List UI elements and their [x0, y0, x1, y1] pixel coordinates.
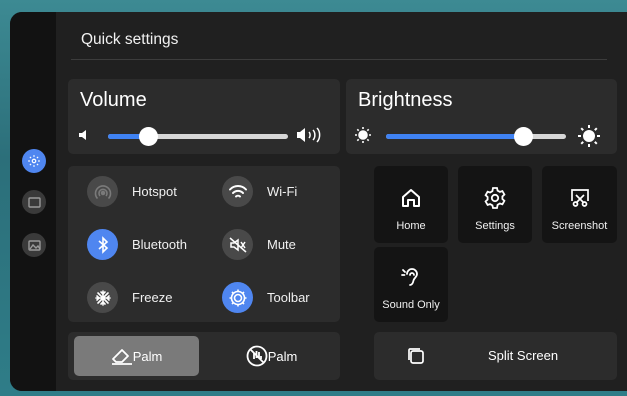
toggle-freeze[interactable]: Freeze: [87, 282, 172, 313]
mute-icon: [222, 229, 253, 260]
side-rail: [10, 12, 56, 391]
volume-card: Volume: [68, 79, 340, 154]
brightness-card: Brightness: [346, 79, 617, 154]
toolbar-icon: [222, 282, 253, 313]
toggle-freeze-label: Freeze: [132, 290, 173, 305]
page-title: Quick settings: [81, 31, 179, 48]
rail-window-button[interactable]: [22, 190, 46, 214]
freeze-icon: [87, 282, 118, 313]
volume-high-icon: [296, 127, 324, 143]
toggle-wifi-label: Wi-Fi: [267, 184, 298, 199]
sound-only-icon: [401, 265, 421, 289]
tile-screenshot-label: Screenshot: [551, 220, 608, 232]
palm-card: Palm Palm: [68, 332, 340, 380]
toggle-hotspot-label: Hotspot: [132, 184, 177, 199]
palm-reject-icon: [246, 345, 268, 367]
split-screen-label: Split Screen: [488, 348, 559, 363]
palm-erase-label: Palm: [132, 348, 163, 364]
toggle-bluetooth-label: Bluetooth: [132, 237, 187, 252]
rail-image-button[interactable]: [22, 233, 46, 257]
window-icon: [27, 196, 41, 208]
brightness-slider-fill: [386, 134, 523, 139]
brightness-high-icon: [577, 124, 601, 148]
tile-home[interactable]: Home: [374, 166, 448, 243]
settings-icon: [483, 186, 507, 210]
rail-settings-button[interactable]: [22, 149, 46, 173]
settings-gear-icon: [27, 154, 41, 168]
home-icon: [400, 186, 422, 210]
shortcut-tiles: Home Settings Screenshot Sound Only: [374, 166, 617, 322]
split-screen-button[interactable]: Split Screen: [374, 332, 617, 380]
toggle-bluetooth[interactable]: Bluetooth: [87, 229, 187, 260]
quick-settings-panel: Quick settings Volume Brightness Hotspot…: [56, 12, 627, 391]
tile-settings-label: Settings: [475, 220, 515, 232]
bluetooth-icon: [87, 229, 118, 260]
wifi-icon: [222, 176, 253, 207]
palm-reject-button[interactable]: Palm: [209, 336, 334, 376]
title-divider: [71, 59, 607, 60]
toggle-hotspot[interactable]: Hotspot: [87, 176, 177, 207]
quick-settings-window: Quick settings Volume Brightness Hotspot…: [10, 12, 627, 391]
tile-sound-only[interactable]: Sound Only: [374, 247, 448, 322]
toggle-toolbar[interactable]: Toolbar: [222, 282, 310, 313]
eraser-icon: [111, 347, 133, 365]
palm-reject-label: Palm: [267, 348, 298, 364]
tile-home-label: Home: [396, 220, 426, 232]
screenshot-icon: [569, 186, 591, 210]
volume-slider-thumb[interactable]: [138, 127, 158, 146]
toggles-card: Hotspot Wi-Fi Bluetooth Mute Freeze Tool…: [68, 166, 340, 322]
brightness-slider-thumb[interactable]: [513, 127, 533, 146]
toggle-wifi[interactable]: Wi-Fi: [222, 176, 297, 207]
tile-sound-only-label: Sound Only: [382, 299, 440, 311]
brightness-slider[interactable]: [386, 127, 566, 146]
toggle-mute-label: Mute: [267, 237, 296, 252]
volume-low-icon: [78, 129, 92, 141]
volume-label: Volume: [80, 89, 147, 111]
hotspot-icon: [87, 176, 118, 207]
volume-slider[interactable]: [108, 127, 288, 146]
split-screen-icon: [407, 347, 425, 365]
brightness-low-icon: [354, 126, 372, 144]
tile-screenshot[interactable]: Screenshot: [542, 166, 617, 243]
image-icon: [27, 239, 41, 251]
brightness-label: Brightness: [358, 89, 453, 111]
tile-settings[interactable]: Settings: [458, 166, 532, 243]
palm-erase-button[interactable]: Palm: [74, 336, 199, 376]
toggle-toolbar-label: Toolbar: [267, 290, 310, 305]
toggle-mute[interactable]: Mute: [222, 229, 296, 260]
